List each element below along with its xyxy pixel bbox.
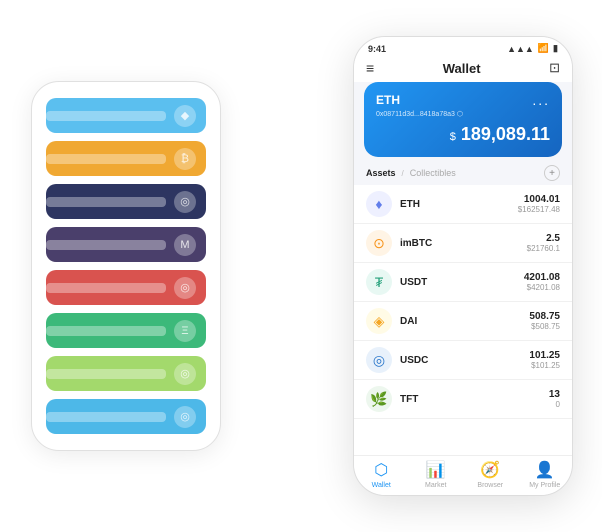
nav-item-my-profile[interactable]: 👤 My Profile — [518, 460, 573, 489]
eth-card[interactable]: ETH ... 0x08711d3d...8418a78a3 ⬡ $ 189,0… — [364, 82, 562, 157]
tft-icon: 🌿 — [366, 386, 392, 412]
wallet-card-1[interactable]: ₿ — [46, 141, 206, 176]
asset-name-tft: TFT — [400, 394, 549, 405]
assets-list: ♦ ETH1004.01$162517.48 ⊙ imBTC2.5$21760.1 ₮ U… — [354, 185, 572, 455]
scene: ◆ ₿ ◎ M ◎ Ξ ◎ ◎ 9:41 ▲▲▲ 📶 ▮ ≡ Wallet ⊡ ETH ...… — [11, 11, 591, 521]
eth-balance-prefix: $ — [450, 131, 456, 143]
wifi-icon: 📶 — [538, 43, 549, 54]
asset-item-imbtc[interactable]: ⊙ imBTC2.5$21760.1 — [354, 224, 572, 263]
asset-usd-usdt: $4201.08 — [524, 283, 560, 292]
add-asset-button[interactable]: + — [544, 165, 560, 181]
assets-tabs: Assets / Collectibles — [366, 168, 456, 178]
eth-dots[interactable]: ... — [532, 92, 550, 108]
wallet-card-3[interactable]: M — [46, 227, 206, 262]
nav-icon-market: 📊 — [426, 460, 446, 480]
status-icons: ▲▲▲ 📶 ▮ — [507, 43, 558, 54]
asset-item-usdc[interactable]: ◎ USDC101.25$101.25 — [354, 341, 572, 380]
menu-icon[interactable]: ≡ — [366, 60, 374, 76]
nav-item-browser[interactable]: 🧭 Browser — [463, 460, 518, 489]
asset-usd-dai: $508.75 — [529, 322, 560, 331]
wallet-card-7[interactable]: ◎ — [46, 399, 206, 434]
wallet-card-4[interactable]: ◎ — [46, 270, 206, 305]
asset-amounts-usdt: 4201.08$4201.08 — [524, 272, 560, 292]
asset-amount-imbtc: 2.5 — [527, 233, 560, 244]
nav-icon-my-profile: 👤 — [535, 460, 555, 480]
wallet-card-0[interactable]: ◆ — [46, 98, 206, 133]
asset-name-dai: DAI — [400, 316, 529, 327]
asset-usd-tft: 0 — [549, 400, 560, 409]
usdt-icon: ₮ — [366, 269, 392, 295]
right-phone: 9:41 ▲▲▲ 📶 ▮ ≡ Wallet ⊡ ETH ... 0x08711d… — [353, 36, 573, 496]
wallet-card-5[interactable]: Ξ — [46, 313, 206, 348]
asset-name-usdt: USDT — [400, 277, 524, 288]
phone-header: ≡ Wallet ⊡ — [354, 56, 572, 82]
eth-coin-name: ETH — [376, 93, 400, 107]
asset-item-tft[interactable]: 🌿 TFT130 — [354, 380, 572, 419]
collectibles-tab[interactable]: Collectibles — [410, 168, 456, 178]
nav-item-market[interactable]: 📊 Market — [409, 460, 464, 489]
asset-amount-dai: 508.75 — [529, 311, 560, 322]
asset-amount-tft: 13 — [549, 389, 560, 400]
eth-address: 0x08711d3d...8418a78a3 ⬡ — [376, 110, 550, 118]
asset-item-eth[interactable]: ♦ ETH1004.01$162517.48 — [354, 185, 572, 224]
bottom-nav: ⬡ Wallet 📊 Market 🧭 Browser 👤 My Profile — [354, 455, 572, 495]
wallet-title: Wallet — [443, 61, 481, 76]
imbtc-icon: ⊙ — [366, 230, 392, 256]
assets-tab[interactable]: Assets — [366, 168, 396, 178]
status-bar: 9:41 ▲▲▲ 📶 ▮ — [354, 37, 572, 56]
asset-amounts-dai: 508.75$508.75 — [529, 311, 560, 331]
eth-balance-value: 189,089.11 — [461, 124, 550, 144]
assets-header: Assets / Collectibles + — [354, 157, 572, 185]
tab-divider: / — [402, 169, 404, 178]
signal-icon: ▲▲▲ — [507, 44, 534, 54]
eth-balance: $ 189,089.11 — [376, 124, 550, 145]
asset-amount-usdt: 4201.08 — [524, 272, 560, 283]
wallet-card-6[interactable]: ◎ — [46, 356, 206, 391]
nav-label-market: Market — [425, 482, 446, 489]
asset-item-usdt[interactable]: ₮ USDT4201.08$4201.08 — [354, 263, 572, 302]
time: 9:41 — [368, 44, 386, 54]
asset-amounts-tft: 130 — [549, 389, 560, 409]
asset-name-imbtc: imBTC — [400, 238, 527, 249]
eth-icon: ♦ — [366, 191, 392, 217]
expand-icon[interactable]: ⊡ — [549, 60, 560, 76]
usdc-icon: ◎ — [366, 347, 392, 373]
asset-amount-usdc: 101.25 — [529, 350, 560, 361]
dai-icon: ◈ — [366, 308, 392, 334]
nav-label-browser: Browser — [477, 482, 503, 489]
left-phone: ◆ ₿ ◎ M ◎ Ξ ◎ ◎ — [31, 81, 221, 451]
asset-amounts-imbtc: 2.5$21760.1 — [527, 233, 560, 253]
asset-usd-imbtc: $21760.1 — [527, 244, 560, 253]
wallet-card-2[interactable]: ◎ — [46, 184, 206, 219]
asset-item-dai[interactable]: ◈ DAI508.75$508.75 — [354, 302, 572, 341]
asset-name-eth: ETH — [400, 199, 518, 210]
eth-card-header: ETH ... — [376, 92, 550, 108]
nav-icon-browser: 🧭 — [480, 460, 500, 480]
asset-amounts-usdc: 101.25$101.25 — [529, 350, 560, 370]
asset-usd-usdc: $101.25 — [529, 361, 560, 370]
battery-icon: ▮ — [553, 43, 558, 54]
asset-amounts-eth: 1004.01$162517.48 — [518, 194, 560, 214]
asset-name-usdc: USDC — [400, 355, 529, 366]
asset-usd-eth: $162517.48 — [518, 205, 560, 214]
nav-item-wallet[interactable]: ⬡ Wallet — [354, 460, 409, 489]
nav-label-my-profile: My Profile — [529, 482, 560, 489]
nav-icon-wallet: ⬡ — [374, 460, 388, 480]
nav-label-wallet: Wallet — [372, 482, 391, 489]
asset-amount-eth: 1004.01 — [518, 194, 560, 205]
